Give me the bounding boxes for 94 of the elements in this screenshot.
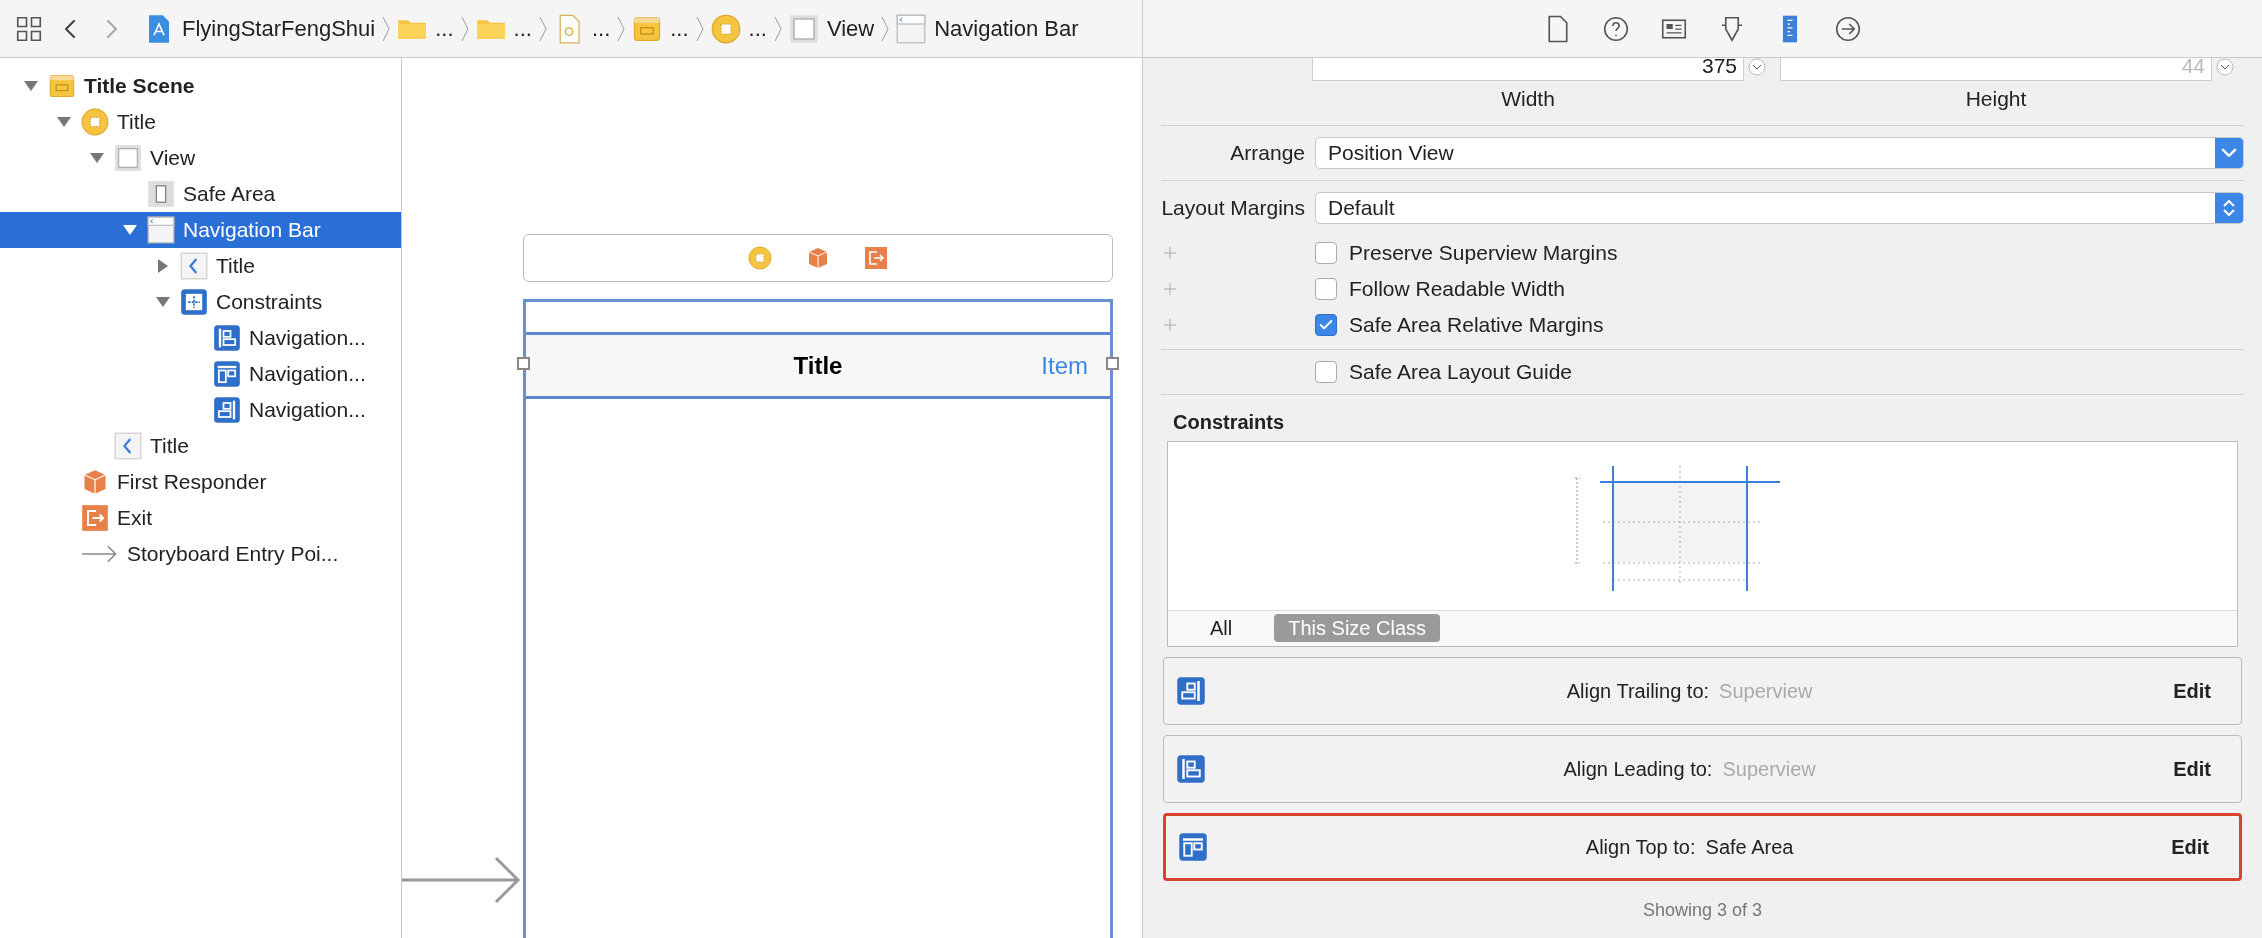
- outline-label: Storyboard Entry Poi...: [127, 541, 339, 568]
- edit-link[interactable]: Edit: [2173, 675, 2211, 706]
- outline-label: First Responder: [117, 469, 267, 496]
- constraint-target: Superview: [1719, 678, 1813, 704]
- exit-icon: [81, 504, 109, 532]
- view-icon: [114, 144, 142, 172]
- resize-handle[interactable]: [517, 357, 530, 370]
- checkbox-label: Follow Readable Width: [1349, 275, 1565, 302]
- view-controller-icon: [748, 246, 772, 270]
- checkbox[interactable]: [1315, 277, 1337, 300]
- back-item-icon: [114, 432, 142, 460]
- top-constraint-icon: [213, 360, 241, 388]
- outline-label: Safe Area: [183, 181, 276, 208]
- breadcrumb-item[interactable]: ...: [475, 12, 532, 45]
- view-controller-icon: [81, 108, 109, 136]
- constraint-target: Safe Area: [1705, 834, 1794, 860]
- outline-row[interactable]: Exit: [0, 500, 401, 536]
- field-label: Arrange: [1229, 139, 1305, 166]
- outline-row[interactable]: Navigation...: [0, 356, 401, 392]
- checkbox[interactable]: [1315, 313, 1337, 336]
- outline-label: Navigation Bar: [183, 217, 321, 244]
- popup-button[interactable]: Position View: [1315, 136, 2244, 169]
- navigation-bar-icon: [147, 216, 175, 244]
- outline-label: Title Scene: [84, 73, 195, 100]
- cube-icon: [81, 468, 109, 496]
- section-heading: Constraints: [1173, 409, 1286, 435]
- safe-area-icon: [147, 180, 175, 208]
- constraint-row[interactable]: Align Trailing to: Superview Edit: [1163, 656, 2242, 725]
- leading-constraint-icon: [1176, 753, 1206, 784]
- leading-constraint-icon: [213, 324, 241, 352]
- outline-row[interactable]: Title: [0, 104, 401, 140]
- constraint-label: Align Trailing to:: [1566, 678, 1710, 704]
- breadcrumb-item[interactable]: ...: [632, 12, 689, 45]
- trailing-constraint-icon: [1176, 675, 1206, 706]
- breadcrumb-item[interactable]: Navigation Bar: [896, 12, 1079, 45]
- outline-label: Title: [117, 109, 156, 136]
- outline-row[interactable]: Safe Area: [0, 176, 401, 212]
- checkbox-label: Safe Area Layout Guide: [1349, 358, 1572, 385]
- view-icon: [788, 13, 819, 44]
- field-label: Layout Margins: [1161, 194, 1305, 221]
- view-controller-icon: [710, 13, 741, 44]
- constraint-target: Superview: [1722, 756, 1816, 782]
- constraint-label: Align Leading to:: [1563, 756, 1713, 782]
- outline-label: Title: [150, 433, 189, 460]
- outline-label: Navigation...: [249, 325, 366, 352]
- constraint-label: Align Top to:: [1585, 834, 1696, 860]
- outline-row[interactable]: Title Scene: [0, 68, 401, 104]
- outline-row[interactable]: Navigation Bar: [0, 212, 401, 248]
- navigation-bar-icon: [896, 13, 927, 44]
- stepper-icon[interactable]: [2216, 58, 2234, 76]
- outline-label: View: [150, 145, 196, 172]
- checkbox[interactable]: [1315, 241, 1337, 264]
- constraint-row[interactable]: Align Leading to: Superview Edit: [1163, 734, 2242, 803]
- outline-label: Exit: [117, 505, 152, 532]
- breadcrumb-item[interactable]: ...: [397, 12, 454, 45]
- cube-icon: [806, 246, 830, 270]
- edit-link[interactable]: Edit: [2173, 753, 2211, 784]
- outline-row[interactable]: Navigation...: [0, 392, 401, 428]
- stepper-icon[interactable]: [1748, 58, 1766, 76]
- outline-label: Title: [216, 253, 255, 280]
- outline-row[interactable]: Navigation...: [0, 320, 401, 356]
- size-class-filter[interactable]: All: [1196, 614, 1247, 642]
- nav-title: Title: [793, 350, 843, 381]
- breadcrumb-item[interactable]: View: [788, 12, 875, 45]
- scene-icon: [48, 72, 76, 100]
- top-constraint-icon: [1178, 831, 1208, 862]
- field-caption: Height: [1965, 86, 2027, 112]
- outline-row[interactable]: Constraints: [0, 284, 401, 320]
- outline-row[interactable]: Title: [0, 428, 401, 464]
- exit-icon: [864, 246, 888, 270]
- outline-row[interactable]: Storyboard Entry Poi...: [0, 536, 401, 572]
- checkbox-label: Safe Area Relative Margins: [1349, 311, 1604, 338]
- constraint-count: Showing 3 of 3: [1642, 898, 1763, 922]
- constraint-row[interactable]: Align Top to: Safe Area Edit: [1163, 812, 2242, 881]
- dimension-field[interactable]: 375: [1312, 58, 1744, 81]
- outline-row[interactable]: Title: [0, 248, 401, 284]
- edit-link[interactable]: Edit: [2171, 831, 2209, 862]
- breadcrumb-item[interactable]: ...: [710, 12, 767, 45]
- outline-row[interactable]: View: [0, 140, 401, 176]
- popup-button[interactable]: Default: [1315, 191, 2244, 224]
- outline-row[interactable]: First Responder: [0, 464, 401, 500]
- outline-label: Constraints: [216, 289, 323, 316]
- field-caption: Width: [1501, 86, 1555, 112]
- breadcrumb-item[interactable]: FlyingStarFengShui: [144, 12, 376, 45]
- outline-label: Navigation...: [249, 397, 366, 424]
- trailing-constraint-icon: [213, 396, 241, 424]
- back-item-icon: [180, 252, 208, 280]
- dropdown-arrow-icon: [2223, 199, 2235, 216]
- resize-handle[interactable]: [1106, 357, 1119, 370]
- checkbox-label: Preserve Superview Margins: [1349, 239, 1618, 266]
- outline-label: Navigation...: [249, 361, 366, 388]
- breadcrumb-item[interactable]: ...: [553, 12, 611, 45]
- checkbox[interactable]: [1315, 360, 1337, 383]
- constraints-icon: [180, 288, 208, 316]
